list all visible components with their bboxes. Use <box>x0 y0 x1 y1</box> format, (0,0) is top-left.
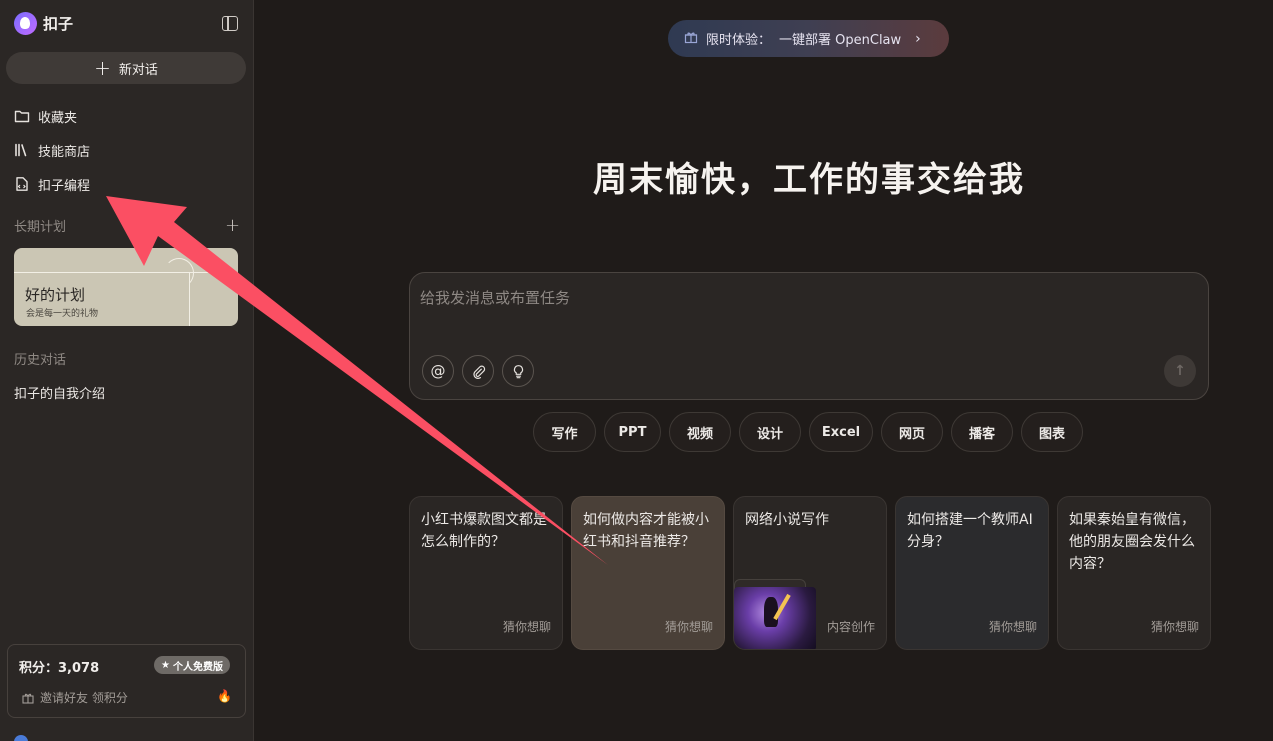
gift-icon <box>684 30 698 48</box>
message-composer: @ ↑ <box>409 272 1209 400</box>
promo-text: 一键部署 OpenClaw <box>779 33 902 48</box>
card-title: 小红书爆款图文都是怎么制作的？ <box>421 512 547 550</box>
brand[interactable]: 扣子 <box>14 12 73 35</box>
arrow-up-icon: ↑ <box>1174 363 1186 379</box>
chevron-right-icon: › <box>915 30 921 47</box>
chip-chart[interactable]: 图表 <box>1021 412 1083 452</box>
card-tag: 猜你想聊 <box>502 620 551 634</box>
plus-icon: + <box>94 56 111 80</box>
page-title: 周末愉快，工作的事交给我 <box>593 160 1025 200</box>
suggestion-card[interactable]: 如何搭建一个教师AI分身？ 猜你想聊 <box>895 496 1049 650</box>
message-input[interactable] <box>420 287 1190 327</box>
suggestion-card[interactable]: 小红书爆款图文都是怎么制作的？ 猜你想聊 <box>409 496 563 650</box>
card-tag: 猜你想聊 <box>988 620 1037 634</box>
lightbulb-icon <box>513 364 523 378</box>
sidebar-item-favorites[interactable]: 收藏夹 <box>14 106 77 126</box>
chip-webpage[interactable]: 网页 <box>881 412 943 452</box>
plan-badge[interactable]: ★ 个人免费版 <box>154 656 230 674</box>
sidebar: 扣子 + 新对话 收藏夹 技能商店 扣子编程 长期计划 + 好的计划 会是每一天… <box>0 0 254 741</box>
sidebar-item-skill-store[interactable]: 技能商店 <box>14 140 90 160</box>
plan-card-title: 好的计划 <box>25 286 86 304</box>
plan-card-subtitle: 会是每一天的礼物 <box>26 309 99 319</box>
code-file-icon <box>16 177 28 191</box>
books-icon <box>15 143 27 157</box>
sidebar-item-label: 扣子编程 <box>38 178 91 194</box>
attach-button[interactable] <box>462 355 494 387</box>
sidebar-item-label: 收藏夹 <box>38 110 78 126</box>
suggestion-card[interactable]: 网络小说写作 内容创作 <box>733 496 887 650</box>
suggestion-card[interactable]: 如何做内容才能被小红书和抖音推荐？ 猜你想聊 <box>571 496 725 650</box>
at-icon: @ <box>430 362 446 380</box>
paperclip-icon <box>472 365 485 379</box>
history-item[interactable]: 扣子的自我介绍 <box>14 383 105 402</box>
promo-banner[interactable]: 限时体验： 一键部署 OpenClaw › <box>668 20 949 57</box>
chip-writing[interactable]: 写作 <box>533 412 596 452</box>
suggestion-card[interactable]: 如果秦始皇有微信，他的朋友圈会发什么内容？ 猜你想聊 <box>1057 496 1211 650</box>
chip-excel[interactable]: Excel <box>809 412 873 452</box>
chip-video[interactable]: 视频 <box>669 412 731 452</box>
plan-card-decoration <box>14 272 238 273</box>
new-chat-button[interactable]: + 新对话 <box>6 52 246 84</box>
card-tag: 猜你想聊 <box>664 620 713 634</box>
sidebar-item-coze-coding[interactable]: 扣子编程 <box>14 174 90 194</box>
invite-label: 邀请好友 领积分 <box>40 691 128 705</box>
brand-name: 扣子 <box>43 15 74 33</box>
mention-button[interactable]: @ <box>422 355 454 387</box>
card-title: 如何搭建一个教师AI分身？ <box>907 512 1033 550</box>
chip-ppt[interactable]: PPT <box>604 412 661 452</box>
idea-button[interactable] <box>502 355 534 387</box>
card-title: 网络小说写作 <box>745 512 829 528</box>
history-label: 历史对话 <box>14 353 67 368</box>
card-title: 如果秦始皇有微信，他的朋友圈会发什么内容？ <box>1069 512 1195 572</box>
logo-icon <box>14 12 37 35</box>
send-button[interactable]: ↑ <box>1164 355 1196 387</box>
card-thumbnail <box>734 587 816 649</box>
promo-prefix: 限时体验： <box>706 33 772 48</box>
chip-design[interactable]: 设计 <box>739 412 801 452</box>
points-label: 积分：3,078 <box>19 661 100 676</box>
add-plan-icon[interactable]: + <box>225 215 240 236</box>
invite-link[interactable]: 邀请好友 领积分 <box>22 689 128 706</box>
plan-card[interactable]: 好的计划 会是每一天的礼物 <box>14 248 238 326</box>
star-icon: ★ <box>161 659 170 671</box>
new-chat-label: 新对话 <box>118 62 158 78</box>
card-tag: 猜你想聊 <box>1150 620 1199 634</box>
gift-icon <box>22 693 34 704</box>
chip-podcast[interactable]: 播客 <box>951 412 1013 452</box>
card-title: 如何做内容才能被小红书和抖音推荐？ <box>583 512 709 550</box>
sidebar-item-label: 技能商店 <box>38 144 91 160</box>
folder-icon <box>14 110 30 123</box>
long-term-plan-label: 长期计划 <box>14 220 67 235</box>
plan-badge-label: 个人免费版 <box>172 661 223 673</box>
points-panel: 积分：3,078 ★ 个人免费版 邀请好友 领积分 🔥 <box>7 644 246 718</box>
fire-icon: 🔥 <box>217 689 232 703</box>
card-tag: 内容创作 <box>826 620 875 634</box>
sidebar-toggle-icon[interactable] <box>222 16 238 31</box>
avatar[interactable] <box>14 735 28 741</box>
plan-card-decoration <box>164 258 194 288</box>
